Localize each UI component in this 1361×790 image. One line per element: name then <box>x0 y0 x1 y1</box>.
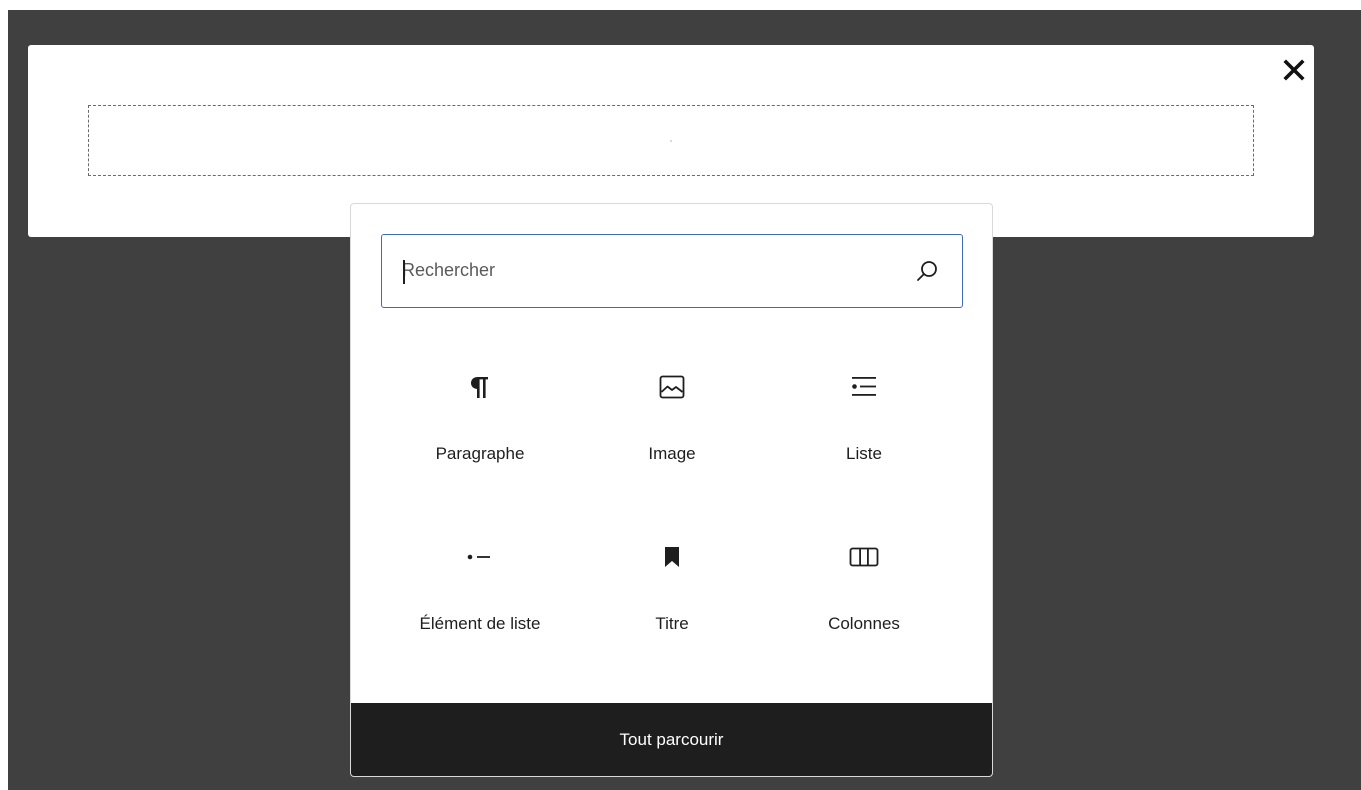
block-label: Liste <box>846 444 882 463</box>
block-list-item[interactable]: Élément de liste <box>385 524 575 654</box>
block-heading[interactable]: Titre <box>577 524 767 654</box>
block-list[interactable]: Liste <box>769 354 959 484</box>
browse-all-button[interactable]: Tout parcourir <box>351 703 992 776</box>
block-image[interactable]: Image <box>577 354 767 484</box>
search-input[interactable] <box>402 235 882 306</box>
close-button[interactable] <box>1276 52 1312 88</box>
block-label: Image <box>648 444 696 463</box>
columns-icon <box>847 540 881 574</box>
block-label: Titre <box>655 614 689 633</box>
block-placeholder[interactable] <box>88 105 1254 176</box>
list-icon <box>847 370 881 404</box>
block-columns[interactable]: Colonnes <box>769 524 959 654</box>
close-icon <box>1283 59 1305 81</box>
image-icon <box>655 370 689 404</box>
block-inserter-popover: Paragraphe Image Liste <box>350 203 993 777</box>
list-item-icon <box>463 540 497 574</box>
search-icon[interactable] <box>914 258 940 284</box>
search-field <box>381 234 963 308</box>
block-paragraph[interactable]: Paragraphe <box>385 354 575 484</box>
block-label: Paragraphe <box>435 444 525 463</box>
text-caret <box>403 260 405 284</box>
placeholder-dot <box>670 140 672 142</box>
heading-icon <box>655 540 689 574</box>
block-label: Élément de liste <box>419 614 541 633</box>
paragraph-icon <box>463 370 497 404</box>
block-label: Colonnes <box>828 614 900 633</box>
